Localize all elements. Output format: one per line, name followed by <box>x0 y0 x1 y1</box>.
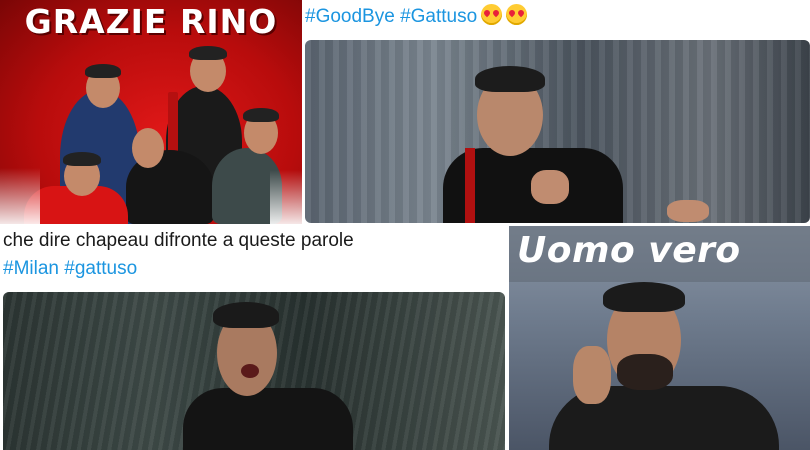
hashtag-link[interactable]: #GoodBye #Gattuso <box>305 6 477 27</box>
tweet-text-2: che dire chapeau difronte a queste parol… <box>3 230 354 251</box>
tweet-hashtags-2[interactable]: #Milan #gattuso <box>3 258 137 280</box>
gattuso-photo-3: Uomo vero <box>509 226 810 450</box>
caption-text: Uomo vero <box>517 230 741 271</box>
gattuso-photo-1 <box>305 40 810 223</box>
heart-eyes-emoji-icon <box>506 4 528 25</box>
gattuso-photo-2 <box>3 292 505 450</box>
heart-eyes-emoji-icon <box>481 4 503 25</box>
photo-subject-body <box>183 388 353 450</box>
poster-figure-head <box>132 128 164 168</box>
grazie-rino-poster: GRAZIE RINO <box>0 0 302 224</box>
poster-title: GRAZIE RINO <box>24 2 278 41</box>
tweet-hashtags-1: #GoodBye #Gattuso <box>305 4 528 28</box>
